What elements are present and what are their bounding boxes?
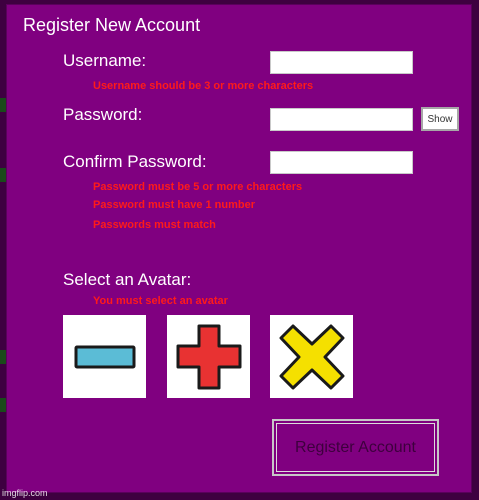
username-error: Username should be 3 or more characters — [93, 80, 314, 92]
confirm-password-field[interactable] — [270, 151, 413, 174]
password-field[interactable] — [270, 108, 413, 131]
avatar-option-x[interactable] — [270, 315, 353, 398]
password-error: Password must be 5 or more characters — [93, 181, 303, 193]
username-field[interactable] — [270, 51, 413, 74]
register-account-label: Register Account — [295, 438, 416, 456]
username-label: Username: — [63, 51, 147, 70]
plus-icon — [176, 324, 241, 389]
register-window: Register New Account Username: Username … — [6, 4, 472, 493]
window-title: Register New Account — [23, 15, 201, 35]
password-error: Passwords must match — [93, 219, 216, 231]
avatar-error: You must select an avatar — [93, 295, 228, 307]
avatar-option-minus[interactable] — [63, 315, 146, 398]
x-icon — [279, 324, 344, 389]
watermark-text: imgflip.com — [2, 488, 48, 498]
avatar-label: Select an Avatar: — [63, 270, 192, 289]
minus-icon — [74, 345, 135, 368]
avatar-option-plus[interactable] — [167, 315, 250, 398]
show-password-button[interactable]: Show — [421, 107, 459, 131]
register-account-button[interactable]: Register Account — [272, 419, 439, 476]
confirm-password-label: Confirm Password: — [63, 152, 207, 171]
password-error: Password must have 1 number — [93, 199, 255, 211]
password-label: Password: — [63, 105, 143, 124]
